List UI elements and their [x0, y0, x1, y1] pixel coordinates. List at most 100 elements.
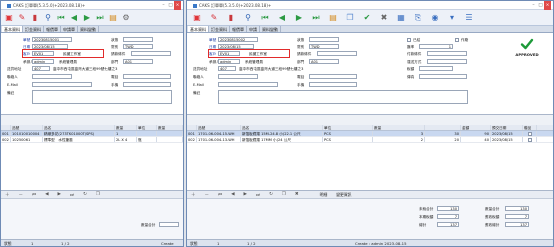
view-icon[interactable]: ◉: [429, 12, 441, 24]
copy-row-icon[interactable]: ❐: [282, 192, 286, 197]
check-icon[interactable]: ✔: [361, 12, 373, 24]
tab-basic[interactable]: 基本資料: [2, 26, 23, 32]
minimize-button[interactable]: –: [530, 1, 537, 10]
note-field[interactable]: [32, 90, 172, 104]
search-icon[interactable]: ⚲: [242, 12, 254, 24]
zip-field[interactable]: 407: [32, 66, 50, 71]
table-row[interactable]: 002 1701-06-004-13-WH 新箔板鐵捲 17MM 小(24 公尺…: [187, 137, 553, 143]
currency-select[interactable]: TWD: [123, 44, 153, 49]
print-icon[interactable]: ▤: [107, 12, 119, 24]
rate-field[interactable]: 1: [419, 44, 453, 49]
maximize-button[interactable]: □: [537, 1, 544, 10]
note-field[interactable]: [218, 90, 468, 104]
remove-row-icon[interactable]: －: [205, 192, 210, 198]
prev-row-icon[interactable]: ◀: [45, 192, 48, 197]
status-select[interactable]: [309, 37, 339, 42]
gift-checkbox[interactable]: [528, 138, 532, 142]
report-icon[interactable]: ▦: [395, 12, 407, 24]
subtab-detail[interactable]: 明細: [320, 192, 328, 198]
cancel-checkbox[interactable]: [455, 38, 459, 42]
edit-icon[interactable]: ✎: [16, 12, 28, 24]
customer-code-field[interactable]: EV01: [218, 51, 240, 56]
tel-field[interactable]: [309, 74, 357, 79]
billing-field[interactable]: [131, 51, 171, 56]
tab-deposit[interactable]: 訂金資料: [209, 26, 230, 32]
delete-icon[interactable]: ▮: [29, 12, 41, 24]
tab-change[interactable]: 資料變動: [260, 26, 281, 32]
mobile-field[interactable]: [123, 82, 171, 87]
settings-icon[interactable]: ⚙: [120, 12, 132, 24]
contact-field[interactable]: [32, 74, 72, 79]
close-button[interactable]: ×: [174, 1, 181, 10]
remove-row-icon[interactable]: －: [19, 192, 24, 198]
prev-row-icon[interactable]: ◀: [231, 192, 234, 197]
last-record-icon[interactable]: ⏭: [310, 12, 322, 24]
list-icon[interactable]: ☰: [463, 12, 475, 24]
new-doc-icon[interactable]: ▣: [3, 12, 15, 24]
fax-field[interactable]: [419, 74, 467, 79]
first-record-icon[interactable]: ⏮: [55, 12, 67, 24]
prev-record-icon[interactable]: ◀: [276, 12, 288, 24]
print-icon[interactable]: ▤: [327, 12, 339, 24]
next-row-icon[interactable]: ▶: [244, 192, 247, 197]
minimize-button[interactable]: –: [160, 1, 167, 10]
refresh-icon[interactable]: ↻: [83, 192, 87, 197]
tab-apply[interactable]: 申請單: [61, 26, 78, 32]
email-field[interactable]: [32, 82, 92, 87]
maximize-button[interactable]: □: [167, 1, 174, 10]
next-row-icon[interactable]: ▶: [58, 192, 61, 197]
currency-select[interactable]: TWD: [309, 44, 339, 49]
gift-checkbox[interactable]: [528, 132, 532, 136]
copy-icon[interactable]: ❐: [96, 192, 100, 197]
zip-field[interactable]: 407: [218, 66, 236, 71]
refresh-icon[interactable]: ↻: [269, 192, 273, 197]
first-row-icon[interactable]: ⏮: [218, 192, 222, 198]
last-record-icon[interactable]: ⏭: [94, 12, 106, 24]
sales-code-field[interactable]: admin: [218, 59, 240, 64]
prev-record-icon[interactable]: ◀: [68, 12, 80, 24]
tel-field[interactable]: [123, 74, 171, 79]
dept-field[interactable]: A01: [123, 59, 153, 64]
tab-quote[interactable]: 報價單: [230, 26, 247, 32]
table-row[interactable]: 002 10250061 標準型 水性筆墨 2L X 4 瓶: [1, 137, 183, 143]
search-icon[interactable]: ⚲: [42, 12, 54, 24]
attach-icon[interactable]: ⎘: [412, 12, 424, 24]
tax-field[interactable]: [419, 66, 453, 71]
next-record-icon[interactable]: ▶: [293, 12, 305, 24]
payment-field[interactable]: [427, 51, 467, 56]
next-record-icon[interactable]: ▶: [81, 12, 93, 24]
billing-field[interactable]: [317, 51, 357, 56]
tab-change[interactable]: 資料變動: [78, 26, 99, 32]
tab-quote[interactable]: 報價單: [44, 26, 61, 32]
mobile-field[interactable]: [309, 82, 357, 87]
tab-apply[interactable]: 申請: [247, 26, 260, 32]
new-doc-icon[interactable]: ▣: [191, 12, 203, 24]
email-field[interactable]: [218, 82, 278, 87]
add-row-icon[interactable]: ＋: [191, 192, 196, 198]
customer-code-field[interactable]: EV01: [32, 51, 54, 56]
tab-basic[interactable]: 基本資料: [188, 26, 209, 32]
add-row-icon[interactable]: ＋: [5, 192, 10, 198]
status-select[interactable]: [123, 37, 153, 42]
dropdown-icon[interactable]: ▾: [446, 12, 458, 24]
delete-icon[interactable]: ▮: [225, 12, 237, 24]
cancel-icon[interactable]: ✖: [378, 12, 390, 24]
contact-field[interactable]: [218, 74, 258, 79]
first-row-icon[interactable]: ⏮: [32, 192, 36, 198]
last-row-icon[interactable]: ⏭: [256, 192, 260, 198]
close-button[interactable]: ×: [544, 1, 551, 10]
sales-code-field[interactable]: admin: [32, 59, 54, 64]
order-no-field[interactable]: 20230815002: [218, 37, 258, 42]
tab-deposit[interactable]: 訂金資料: [23, 26, 44, 32]
order-no-field[interactable]: 20230815001: [32, 37, 72, 42]
cancel-row-icon[interactable]: ✖: [295, 192, 299, 197]
dest-field[interactable]: [427, 59, 467, 64]
row-item: 1701-06-004-13-WH: [197, 137, 241, 142]
closed-checkbox[interactable]: [407, 38, 411, 42]
copy-icon[interactable]: ❐: [344, 12, 356, 24]
edit-icon[interactable]: ✎: [208, 12, 220, 24]
last-row-icon[interactable]: ⏭: [70, 192, 74, 198]
subtab-change-info[interactable]: 變更資訊: [336, 192, 351, 198]
first-record-icon[interactable]: ⏮: [259, 12, 271, 24]
dept-field[interactable]: A01: [309, 59, 339, 64]
